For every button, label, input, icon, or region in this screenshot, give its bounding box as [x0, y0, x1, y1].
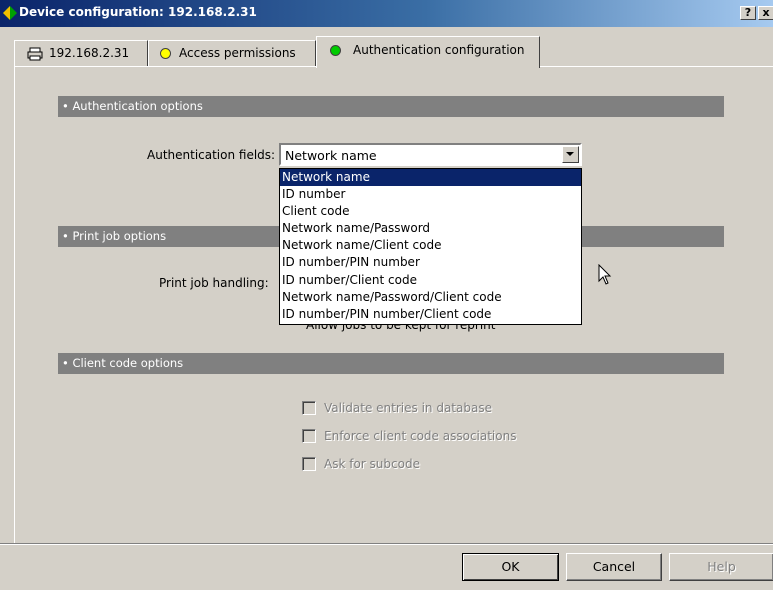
section-header-authentication: • Authentication options: [58, 96, 724, 117]
cancel-button[interactable]: Cancel: [566, 553, 662, 581]
mouse-cursor-icon: [598, 264, 612, 285]
section-header-client-code: • Client code options: [58, 353, 724, 374]
printer-icon: [27, 47, 43, 61]
checkbox-label: Validate entries in database: [324, 401, 492, 415]
tab-authentication-configuration[interactable]: Authentication configuration: [316, 36, 540, 68]
app-icon: [3, 6, 17, 20]
authentication-fields-dropdown-list[interactable]: Network name ID number Client code Netwo…: [279, 168, 582, 325]
window-title: Device configuration: 192.168.2.31: [19, 5, 257, 19]
authentication-fields-value: Network name: [285, 148, 377, 163]
dropdown-option[interactable]: ID number: [280, 186, 581, 203]
dropdown-option[interactable]: ID number/PIN number/Client code: [280, 306, 581, 323]
dropdown-option[interactable]: Client code: [280, 203, 581, 220]
chevron-down-icon: [566, 152, 574, 156]
dropdown-option[interactable]: ID number/PIN number: [280, 254, 581, 271]
ok-button[interactable]: OK: [462, 553, 559, 581]
close-button[interactable]: x: [758, 6, 773, 20]
help-button[interactable]: Help: [669, 553, 773, 581]
tab-device-label: 192.168.2.31: [49, 46, 130, 60]
dropdown-option[interactable]: Network name/Client code: [280, 237, 581, 254]
status-circle-icon: [330, 45, 341, 56]
checkbox-box[interactable]: [302, 457, 316, 471]
status-circle-icon: [160, 48, 171, 59]
footer-separator: [0, 543, 773, 545]
dropdown-option[interactable]: Network name: [280, 169, 581, 187]
title-bar[interactable]: Device configuration: 192.168.2.31 ? x: [0, 0, 773, 27]
checkbox-label: Enforce client code associations: [324, 429, 517, 443]
tab-access-permissions-label: Access permissions: [179, 46, 296, 60]
authentication-fields-label: Authentication fields:: [147, 148, 276, 162]
tab-access-permissions[interactable]: Access permissions: [148, 40, 316, 67]
tab-device[interactable]: 192.168.2.31: [14, 40, 148, 67]
checkbox-box[interactable]: [302, 429, 316, 443]
tab-authentication-configuration-label: Authentication configuration: [353, 43, 525, 57]
checkbox-box[interactable]: [302, 401, 316, 415]
dropdown-option[interactable]: Network name/Password/Client code: [280, 289, 581, 306]
dropdown-button[interactable]: [562, 146, 579, 163]
checkbox-label: Ask for subcode: [324, 457, 420, 471]
dropdown-option[interactable]: Network name/Password: [280, 220, 581, 237]
help-title-button[interactable]: ?: [740, 6, 756, 20]
authentication-fields-select[interactable]: Network name: [279, 143, 582, 166]
dropdown-option[interactable]: ID number/Client code: [280, 272, 581, 289]
print-job-handling-label: Print job handling:: [159, 276, 269, 290]
